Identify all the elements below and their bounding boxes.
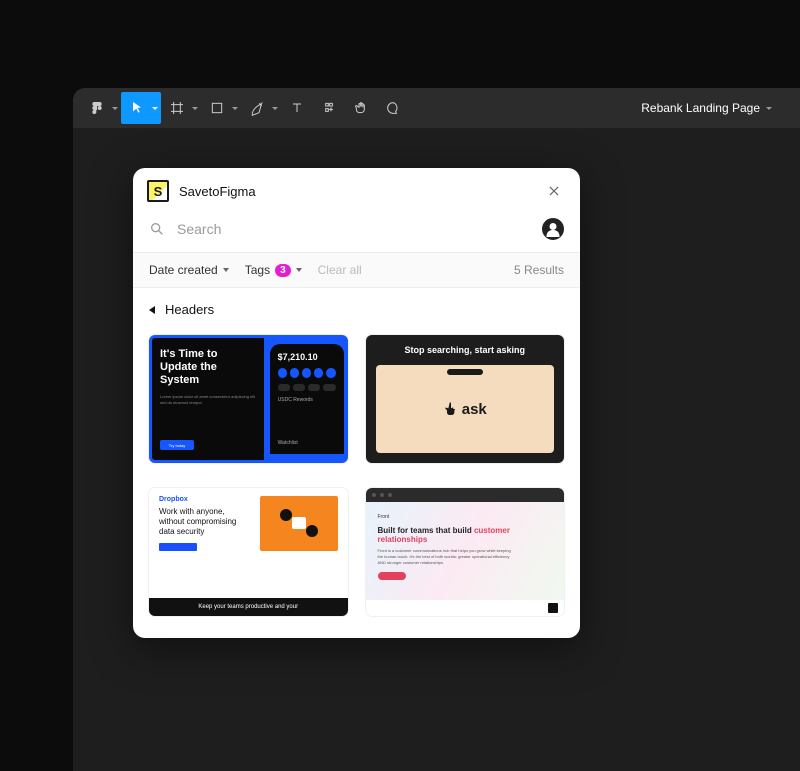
card-cta-button — [159, 543, 197, 551]
close-icon — [547, 184, 561, 198]
card-logo: ask — [443, 401, 487, 418]
comment-icon — [385, 100, 401, 116]
phone-balance: $7,210.10 — [278, 352, 336, 362]
results-count: 5 Results — [514, 263, 564, 277]
result-card[interactable]: It's Time to Update the System Lorem ips… — [149, 335, 348, 463]
plugin-header: S SavetoFigma — [133, 168, 580, 212]
card-body: Front Built for teams that build custome… — [366, 502, 565, 600]
plugin-title-wrap: S SavetoFigma — [147, 180, 256, 202]
menu-button[interactable] — [81, 92, 121, 124]
text-icon — [289, 100, 305, 116]
card-top: Dropbox Work with anyone, without compro… — [149, 488, 348, 555]
shape-tool[interactable] — [201, 92, 241, 124]
card-brand: Front — [378, 514, 553, 520]
tags-label: Tags — [245, 263, 270, 277]
phone-section-label: USDC Rewords — [278, 397, 336, 403]
phone-mockup: $7,210.10 USDC Rewords Watchlist — [270, 344, 344, 454]
plugin-title: SavetoFigma — [179, 184, 256, 199]
hand-pointing-icon — [443, 401, 459, 417]
clear-all-button[interactable]: Clear all — [318, 263, 362, 277]
card-hero-text: Dropbox Work with anyone, without compro… — [159, 496, 252, 551]
pen-tool[interactable] — [241, 92, 281, 124]
resources-icon — [321, 100, 337, 116]
card-title: Stop searching, start asking — [404, 345, 525, 355]
card-hero-text: It's Time to Update the System Lorem ips… — [152, 338, 264, 460]
document-title: Rebank Landing Page — [641, 101, 760, 115]
account-avatar[interactable] — [542, 218, 564, 240]
toolbar-tools — [81, 88, 409, 128]
card-footer-text: Keep your teams productive and your — [149, 598, 348, 616]
browser-chrome — [366, 488, 565, 502]
card-brand: Dropbox — [159, 496, 252, 503]
pen-icon — [249, 100, 265, 116]
chevron-down-icon — [296, 268, 302, 272]
chevron-down-icon — [223, 268, 229, 272]
filter-row: Date created Tags 3 Clear all 5 Results — [133, 252, 580, 288]
result-card[interactable]: Dropbox Work with anyone, without compro… — [149, 488, 348, 616]
plugin-logo-icon: S — [147, 180, 169, 202]
card-cta-button — [378, 572, 406, 580]
figma-toolbar: Rebank Landing Page — [73, 88, 800, 128]
text-tool[interactable] — [281, 92, 313, 124]
resources-tool[interactable] — [313, 92, 345, 124]
collaboration-illustration-icon — [274, 503, 324, 543]
front-logo-icon — [548, 603, 558, 613]
card-hero: ask — [376, 365, 555, 453]
sort-dropdown[interactable]: Date created — [149, 263, 229, 277]
filter-controls: Date created Tags 3 Clear all — [149, 263, 362, 277]
phone-watchlist: Watchlist — [278, 440, 336, 446]
tags-dropdown[interactable]: Tags 3 — [245, 263, 302, 277]
card-title: Work with anyone, without compromising d… — [159, 507, 252, 537]
phone-dots — [278, 368, 336, 378]
sort-label: Date created — [149, 263, 218, 277]
frame-icon — [169, 100, 185, 116]
move-tool[interactable] — [121, 92, 161, 124]
frame-tool[interactable] — [161, 92, 201, 124]
search-icon — [149, 221, 165, 237]
rectangle-icon — [209, 100, 225, 116]
card-cta-button: Try today — [160, 440, 194, 450]
close-button[interactable] — [544, 181, 564, 201]
category-label: Headers — [165, 302, 214, 317]
card-title: It's Time to Update the System — [160, 348, 256, 388]
comment-tool[interactable] — [377, 92, 409, 124]
result-card[interactable]: Front Built for teams that build custome… — [366, 488, 565, 616]
figma-logo-icon — [89, 100, 105, 116]
card-footer — [366, 600, 565, 616]
card-body-text: Front is a customer communications hub t… — [378, 548, 518, 566]
card-illustration — [260, 496, 338, 551]
search-field-wrap — [149, 221, 530, 237]
back-icon — [149, 306, 155, 314]
card-illustration: $7,210.10 USDC Rewords Watchlist — [264, 338, 348, 460]
result-card[interactable]: Stop searching, start asking ask — [366, 335, 565, 463]
hand-icon — [353, 100, 369, 116]
results-grid: It's Time to Update the System Lorem ips… — [133, 331, 580, 638]
tags-count-badge: 3 — [275, 264, 291, 277]
cursor-icon — [129, 100, 145, 116]
search-input[interactable] — [177, 221, 530, 237]
card-title: Built for teams that build customer rela… — [378, 526, 553, 544]
search-row — [133, 212, 580, 252]
chevron-down-icon — [766, 107, 772, 110]
card-body-text: Lorem ipsum dolor sit amet consectetur a… — [160, 394, 256, 406]
browser-pill-icon — [447, 369, 483, 375]
savetofigma-plugin-panel: S SavetoFigma Date created Tags 3 Clear … — [133, 168, 580, 638]
phone-chips — [278, 384, 336, 391]
hand-tool[interactable] — [345, 92, 377, 124]
category-header[interactable]: Headers — [133, 288, 580, 331]
document-title-dropdown[interactable]: Rebank Landing Page — [641, 101, 792, 115]
